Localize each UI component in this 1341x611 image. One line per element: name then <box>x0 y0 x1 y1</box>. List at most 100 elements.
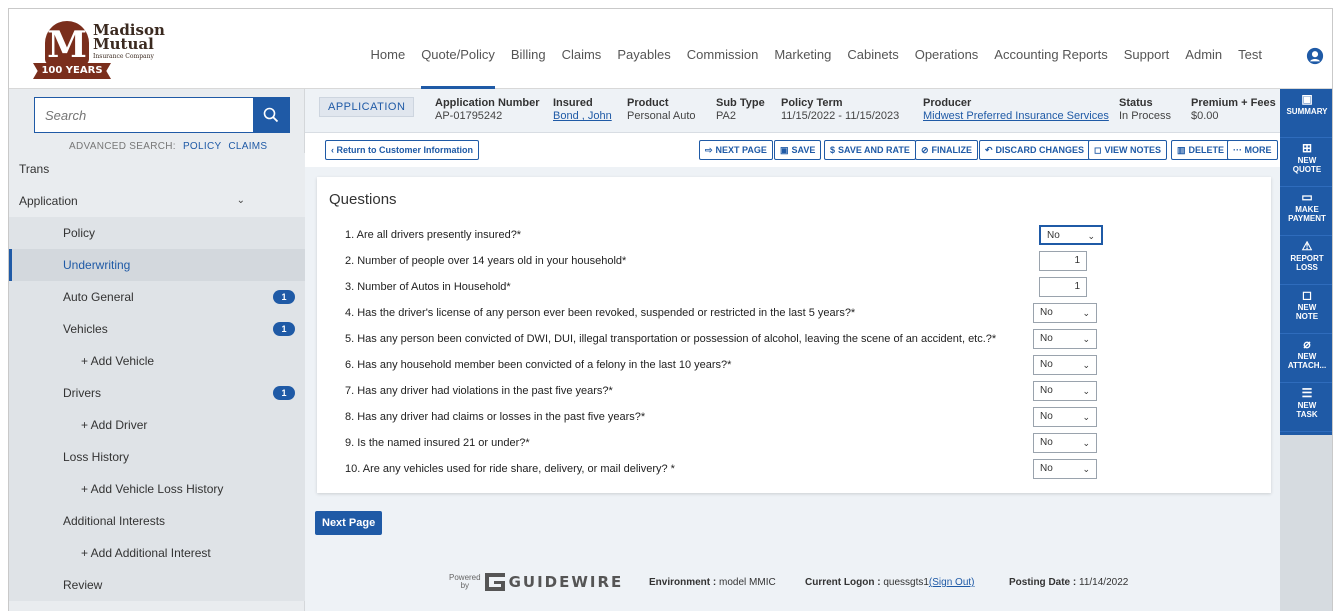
nav-quote-policy[interactable]: Quote/Policy <box>413 43 503 89</box>
sidebar-item-drivers[interactable]: Drivers 1 <box>9 377 305 409</box>
sidebar-item-auto-general[interactable]: Auto General 1 <box>9 281 305 313</box>
sidebar-item-add-driver[interactable]: + Add Driver <box>9 409 305 441</box>
company-logo[interactable]: M Madison Mutual Insurance Company 100 Y… <box>33 13 183 81</box>
trash-icon: ▥ <box>1177 145 1186 155</box>
view-notes-button[interactable]: ◻ VIEW NOTES <box>1088 140 1167 160</box>
product-label: Product <box>627 97 669 109</box>
view-notes-label: VIEW NOTES <box>1104 145 1161 155</box>
guidewire-wordmark: GUIDEWIRE <box>508 573 624 591</box>
sidebar-item-add-vehicle[interactable]: + Add Vehicle <box>9 345 305 377</box>
chevron-down-icon: ⌄ <box>1087 231 1095 241</box>
next-page-toolbar-button[interactable]: ⇨ NEXT PAGE <box>699 140 773 160</box>
nav-operations[interactable]: Operations <box>907 43 987 89</box>
producer-link[interactable]: Midwest Preferred Insurance Services <box>923 110 1109 122</box>
rail-make-payment-button[interactable]: ▭ MAKE PAYMENT <box>1280 187 1332 236</box>
advanced-search-policy-link[interactable]: POLICY <box>183 141 221 152</box>
status-label: Status <box>1119 97 1153 109</box>
question-5-select[interactable]: No ⌄ <box>1033 329 1097 349</box>
next-page-button[interactable]: Next Page <box>315 511 383 535</box>
quick-actions-rail: ▣ SUMMARY ⊞ NEW QUOTE ▭ MAKE PAYMENT ⚠ REPORT LOSS… <box>1280 89 1332 611</box>
sidebar-item-add-additional-interest[interactable]: + Add Additional Interest <box>9 537 305 569</box>
advanced-search-claims-link[interactable]: CLAIMS <box>228 141 267 152</box>
nav-claims[interactable]: Claims <box>554 43 610 89</box>
nav-home[interactable]: Home <box>363 43 414 89</box>
search-box <box>34 97 290 133</box>
save-rate-icon: $ <box>830 145 836 155</box>
nav-payables[interactable]: Payables <box>609 43 678 89</box>
question-8-select[interactable]: No ⌄ <box>1033 407 1097 427</box>
nav-admin[interactable]: Admin <box>1177 43 1230 89</box>
rail-summary-button[interactable]: ▣ SUMMARY <box>1280 89 1332 138</box>
sidebar-item-review[interactable]: Review <box>9 569 305 601</box>
nav-cabinets[interactable]: Cabinets <box>839 43 906 89</box>
question-2-number-input[interactable]: 1 <box>1039 251 1087 271</box>
question-10-text: 10. Are any vehicles used for ride share… <box>345 463 675 475</box>
application-number-label: Application Number <box>435 97 540 109</box>
sidebar-item-trans[interactable]: Trans <box>9 153 305 185</box>
sign-out-link[interactable]: (Sign Out) <box>929 577 975 588</box>
sidebar-item-label: Review <box>63 578 103 592</box>
sidebar-item-policy[interactable]: Policy <box>9 217 305 249</box>
nav-marketing[interactable]: Marketing <box>766 43 839 89</box>
question-9-select[interactable]: No ⌄ <box>1033 433 1097 453</box>
nav-billing[interactable]: Billing <box>503 43 554 89</box>
main-nav: Home Quote/Policy Billing Claims Payables Com… <box>363 43 1271 89</box>
sidebar-item-loss-history[interactable]: Loss History <box>9 441 305 473</box>
nav-test[interactable]: Test <box>1230 43 1270 89</box>
count-badge: 1 <box>273 290 295 304</box>
nav-accounting-reports[interactable]: Accounting Reports <box>986 43 1115 89</box>
question-1-select[interactable]: No ⌄ <box>1039 225 1103 245</box>
question-4-select[interactable]: No ⌄ <box>1033 303 1097 323</box>
navigation-tree: Trans Application ⌄ Policy Underwriting Auto … <box>9 153 305 601</box>
rail-new-task-button[interactable]: ☰ NEW TASK <box>1280 383 1332 432</box>
user-account-icon[interactable] <box>1306 47 1324 65</box>
insured-label: Insured <box>553 97 593 109</box>
subtype-label: Sub Type <box>716 97 765 109</box>
guidewire-logo-icon <box>484 573 505 591</box>
save-button[interactable]: ▣ SAVE <box>774 140 822 160</box>
save-label: SAVE <box>791 145 816 155</box>
rail-report-loss-button[interactable]: ⚠ REPORT LOSS <box>1280 236 1332 285</box>
chevron-down-icon[interactable]: ⌄ <box>237 185 245 217</box>
sidebar-item-underwriting[interactable]: Underwriting <box>9 249 305 281</box>
more-button[interactable]: ··· MORE <box>1227 140 1278 160</box>
insured-link[interactable]: Bond , John <box>553 110 612 122</box>
policy-term-label: Policy Term <box>781 97 843 109</box>
cash-icon: ▭ <box>1301 190 1313 204</box>
question-9-text: 9. Is the named insured 21 or under?* <box>345 437 530 449</box>
sidebar-item-label: + Add Driver <box>81 418 148 432</box>
advanced-search-label: ADVANCED SEARCH: <box>69 141 176 152</box>
question-10-select[interactable]: No ⌄ <box>1033 459 1097 479</box>
rail-label: NEW <box>1297 352 1317 361</box>
search-input[interactable] <box>35 98 251 132</box>
new-document-icon: ⊞ <box>1301 141 1313 155</box>
question-3-number-input[interactable]: 1 <box>1039 277 1087 297</box>
search-button[interactable] <box>253 98 289 132</box>
select-value: No <box>1040 333 1053 344</box>
finalize-button[interactable]: ⊘ FINALIZE <box>915 140 979 160</box>
rail-new-attach-button[interactable]: ⌀ NEW ATTACH... <box>1280 334 1332 383</box>
posting-date-value: 11/14/2022 <box>1079 577 1129 588</box>
application-number-value: AP-01795242 <box>435 110 503 122</box>
delete-button[interactable]: ▥ DELETE <box>1171 140 1231 160</box>
sidebar-item-application[interactable]: Application ⌄ <box>9 185 305 217</box>
nav-support[interactable]: Support <box>1116 43 1178 89</box>
quick-actions-list: ▣ SUMMARY ⊞ NEW QUOTE ▭ MAKE PAYMENT ⚠ REPORT LOSS… <box>1280 89 1332 435</box>
discard-changes-button[interactable]: ↶ DISCARD CHANGES <box>979 140 1091 160</box>
return-to-customer-button[interactable]: ‹ Return to Customer Information <box>325 140 479 160</box>
rail-new-note-button[interactable]: ◻ NEW NOTE <box>1280 285 1332 334</box>
nav-commission[interactable]: Commission <box>679 43 767 89</box>
rail-label: NEW <box>1297 303 1317 312</box>
sidebar-item-label: Underwriting <box>63 258 131 272</box>
rail-new-quote-button[interactable]: ⊞ NEW QUOTE <box>1280 138 1332 187</box>
sidebar-item-additional-interests[interactable]: Additional Interests <box>9 505 305 537</box>
question-6-select[interactable]: No ⌄ <box>1033 355 1097 375</box>
sidebar-item-vehicles[interactable]: Vehicles 1 <box>9 313 305 345</box>
question-4-text: 4. Has the driver's license of any perso… <box>345 307 856 319</box>
chevron-down-icon: ⌄ <box>1082 464 1090 474</box>
sidebar-item-add-vehicle-loss-history[interactable]: + Add Vehicle Loss History <box>9 473 305 505</box>
save-and-rate-button[interactable]: $ SAVE AND RATE <box>824 140 916 160</box>
application-tag: APPLICATION <box>319 97 415 117</box>
question-7-select[interactable]: No ⌄ <box>1033 381 1097 401</box>
next-page-toolbar-label: NEXT PAGE <box>715 145 767 155</box>
